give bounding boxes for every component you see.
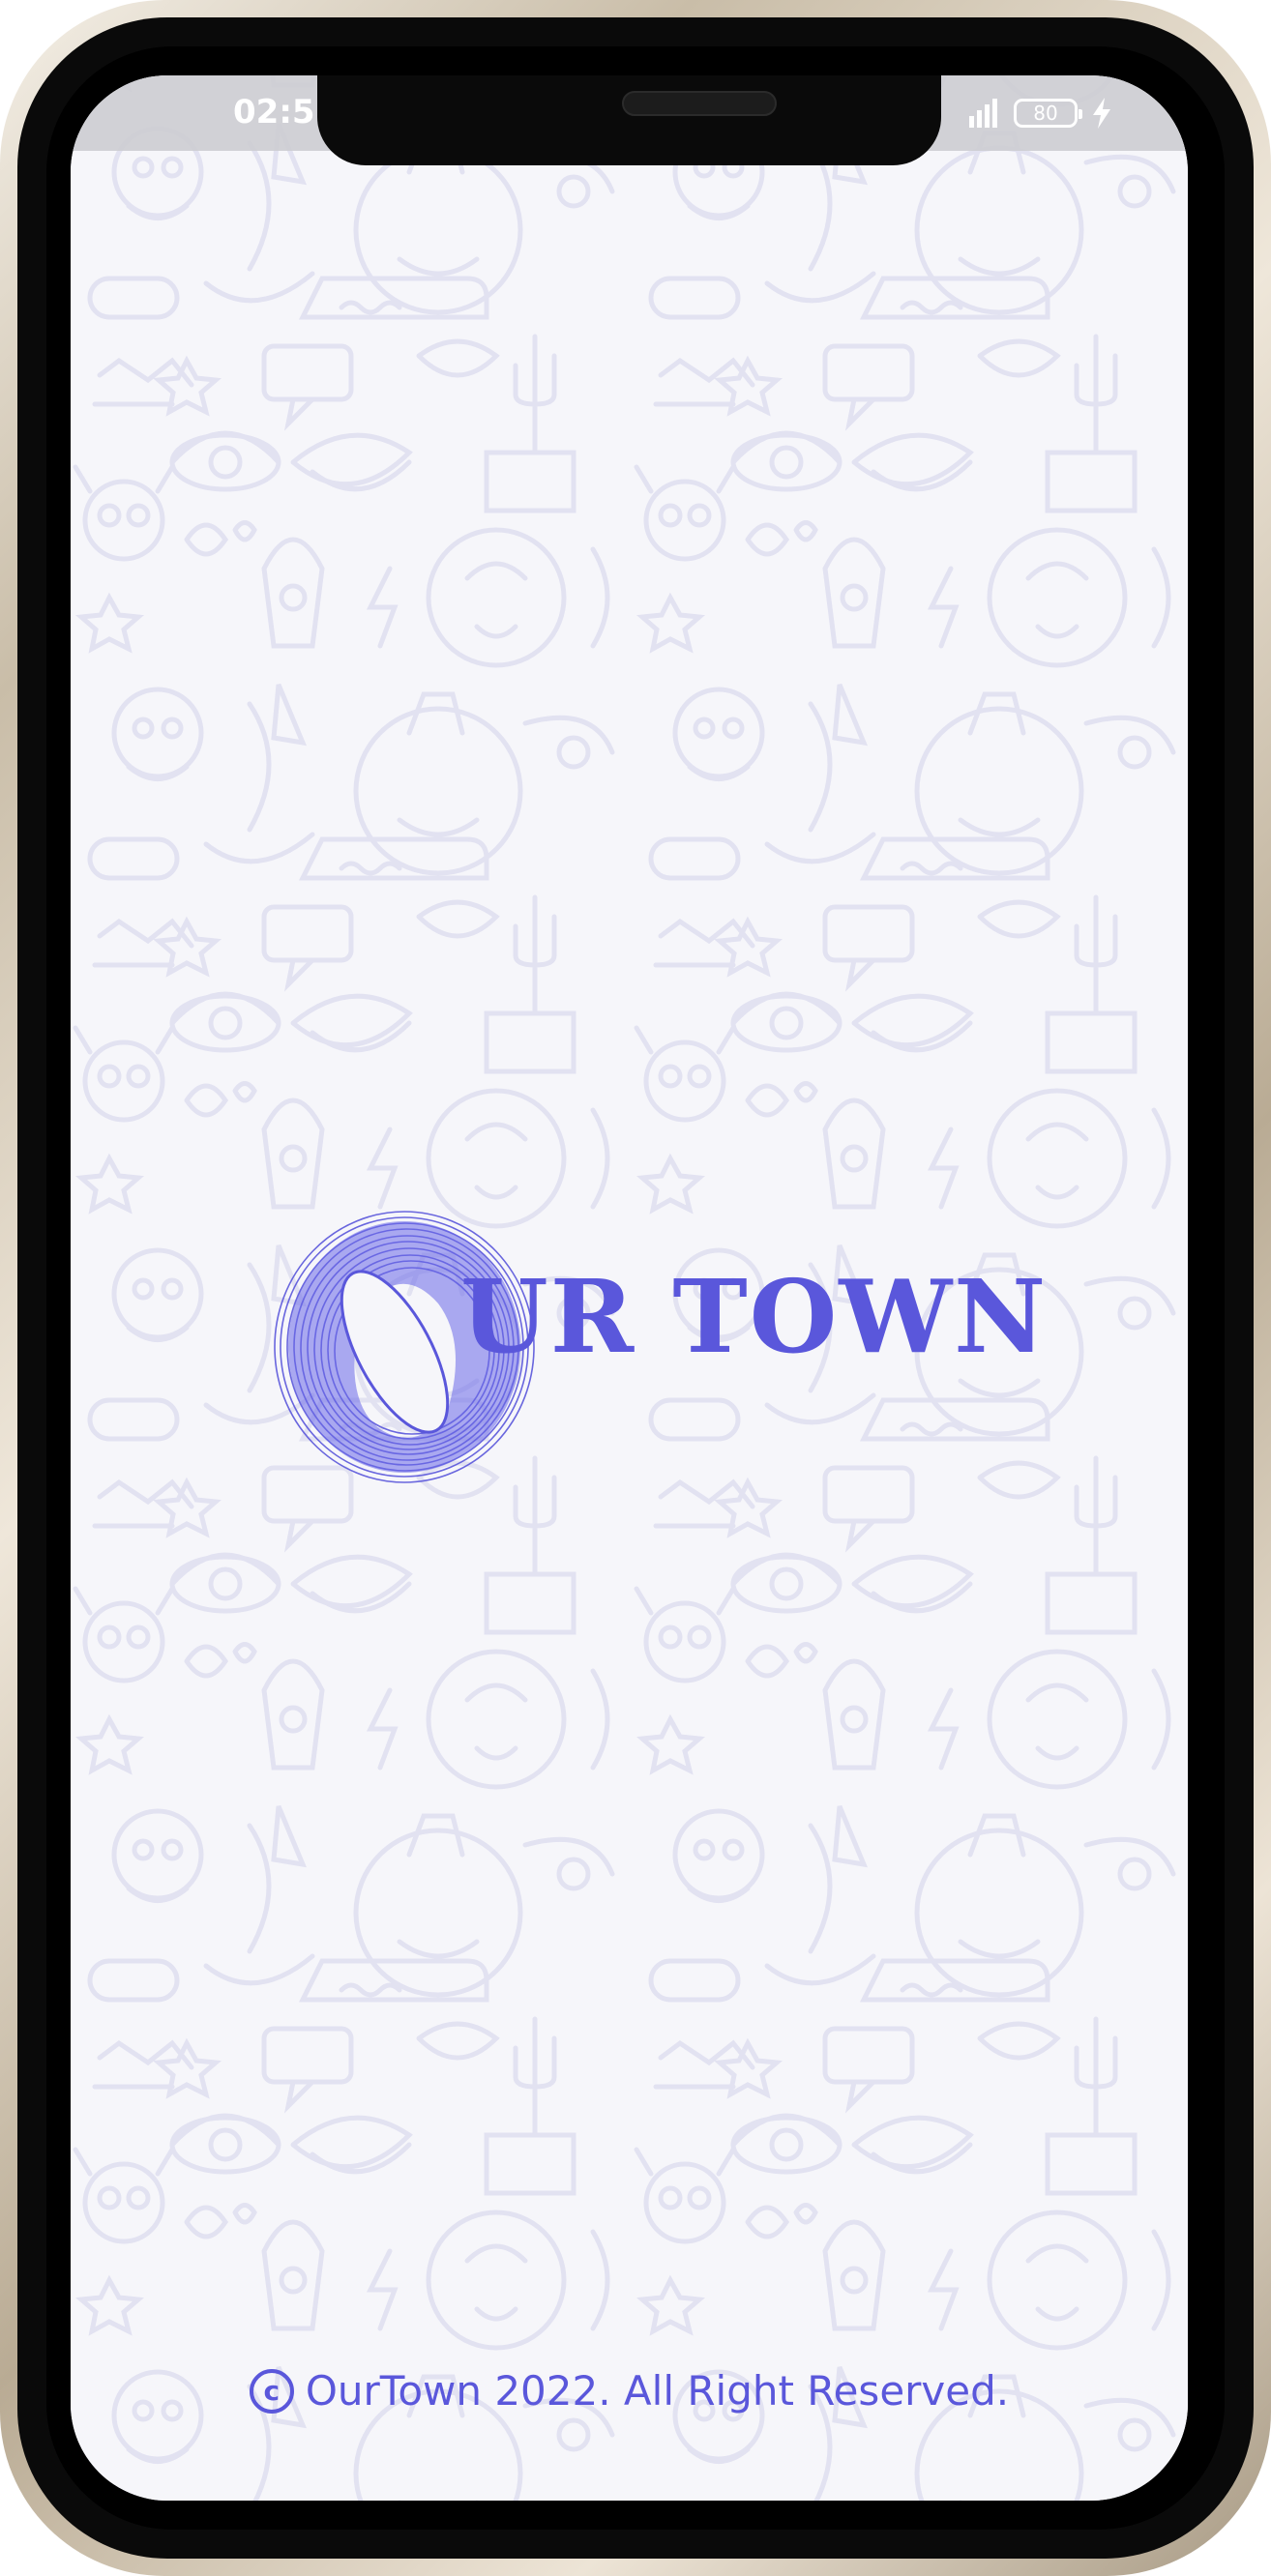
charging-bolt-icon (1093, 98, 1110, 129)
copyright-icon: c (249, 2368, 294, 2414)
logo-wordmark: UR TOWN (460, 1257, 1049, 1376)
battery-icon: 80 (1014, 99, 1082, 128)
splash-screen: 02:5 80 UR TOWN c OurTown 2022. All Righ… (71, 75, 1188, 2501)
footer-copyright-text: OurTown 2022. All Right Reserved. (305, 2367, 1010, 2415)
earpiece-speaker (622, 91, 777, 116)
status-indicators: 80 (967, 97, 1112, 130)
signal-bars-icon (969, 99, 997, 128)
status-time: 02:5 (233, 93, 315, 132)
footer: c OurTown 2022. All Right Reserved. (71, 2367, 1188, 2415)
camera-notch (317, 75, 941, 165)
app-logo: UR TOWN (269, 1207, 1139, 1487)
battery-level: 80 (1033, 102, 1058, 125)
